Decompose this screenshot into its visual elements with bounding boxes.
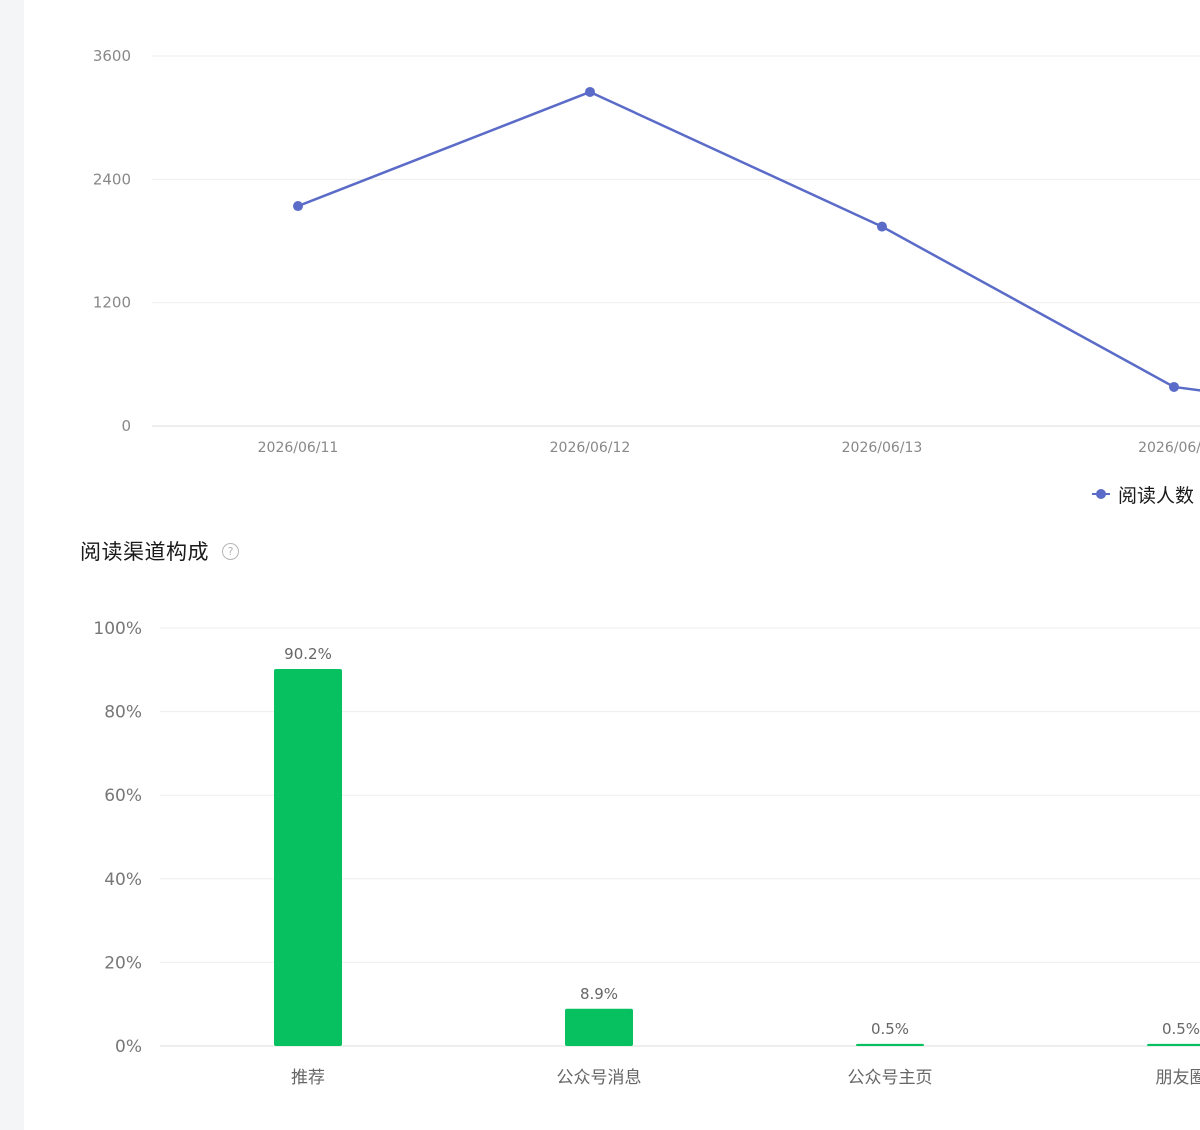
y-tick-label: 20% <box>104 953 142 973</box>
y-tick-label: 100% <box>93 619 142 639</box>
bar-value-label: 0.5% <box>871 1020 909 1038</box>
y-tick-label: 40% <box>104 870 142 890</box>
bar <box>274 668 342 1046</box>
bar <box>856 1043 924 1046</box>
bar-value-label: 0.5% <box>1162 1020 1200 1038</box>
x-tick-label: 朋友圈 <box>1156 1068 1200 1088</box>
y-tick-label: 60% <box>104 786 142 806</box>
y-tick-label: 0% <box>115 1037 142 1057</box>
bar-value-label: 8.9% <box>580 985 618 1003</box>
x-tick-label: 公众号消息 <box>557 1068 642 1088</box>
bar <box>1147 1043 1200 1046</box>
y-tick-label: 80% <box>104 703 142 723</box>
x-tick-label: 公众号主页 <box>848 1068 933 1088</box>
reading-channel-bar-chart: 0% 20% 40% 60% 80% 100% 90.2% 8.9% 0.5% 0.5% 推荐 公众号… <box>93 619 1200 1088</box>
x-tick-label: 推荐 <box>291 1068 325 1088</box>
bar <box>565 1008 633 1046</box>
bar-value-label: 90.2% <box>284 645 332 663</box>
